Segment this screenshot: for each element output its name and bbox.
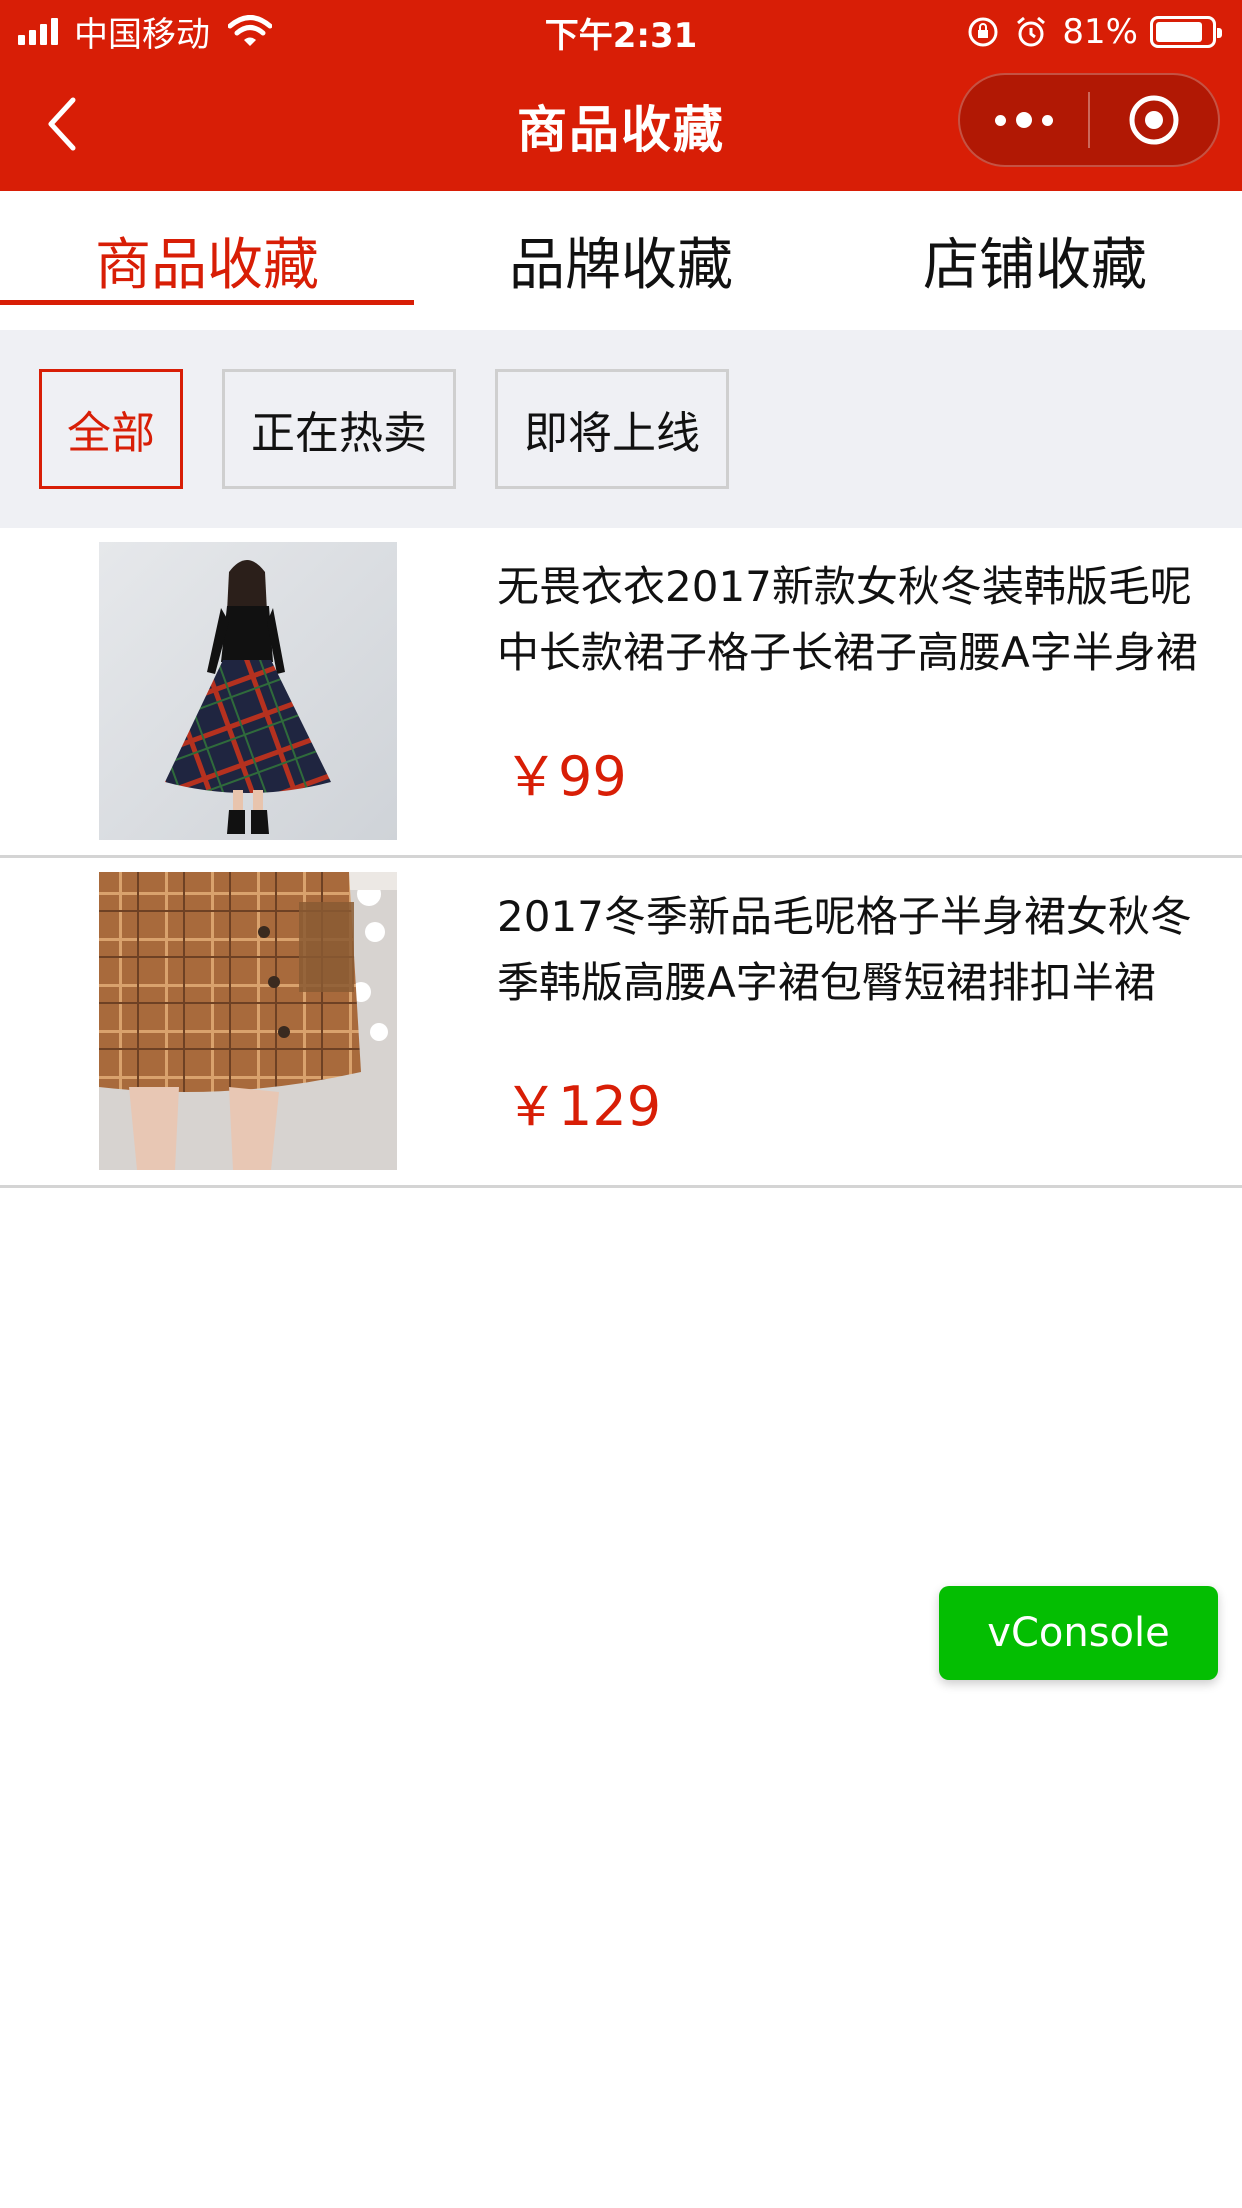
more-button[interactable]	[960, 75, 1088, 165]
product-price: ￥99	[504, 745, 627, 808]
rotation-lock-icon	[968, 17, 998, 47]
filter-label: 即将上线	[524, 408, 700, 459]
menu-capsule	[958, 73, 1220, 167]
filter-label: 正在热卖	[251, 408, 427, 459]
product-title[interactable]: 2017冬季新品毛呢格子半身裙女秋冬季韩版高腰A字裙包臀短裙排扣半裙	[497, 884, 1227, 1016]
battery-percent: 81%	[1062, 12, 1138, 52]
more-dots-icon	[990, 112, 1058, 128]
alarm-icon	[1017, 16, 1046, 47]
tab-label: 品牌收藏	[509, 233, 733, 298]
close-button[interactable]	[1090, 75, 1218, 165]
product-item[interactable]: 无畏衣衣2017新款女秋冬装韩版毛呢中长款裙子格子长裙子高腰A字半身裙 ￥99	[0, 528, 1242, 858]
filter-hot-selling-button[interactable]: 正在热卖	[222, 369, 456, 489]
filter-all-button[interactable]: 全部	[39, 369, 183, 489]
filter-bar: 全部 正在热卖 即将上线	[0, 330, 1242, 528]
product-title[interactable]: 无畏衣衣2017新款女秋冬装韩版毛呢中长款裙子格子长裙子高腰A字半身裙	[497, 554, 1227, 686]
filter-upcoming-button[interactable]: 即将上线	[495, 369, 729, 489]
vconsole-button[interactable]: vConsole	[939, 1586, 1218, 1680]
product-price: ￥129	[504, 1075, 662, 1138]
tab-label: 商品收藏	[95, 233, 319, 298]
product-item[interactable]: 2017冬季新品毛呢格子半身裙女秋冬季韩版高腰A字裙包臀短裙排扣半裙 ￥129	[0, 858, 1242, 1188]
battery-icon	[1150, 16, 1222, 48]
nav-bar: 商品收藏	[0, 62, 1242, 191]
tab-bar: 商品收藏 品牌收藏 店铺收藏	[0, 191, 1242, 330]
product-image[interactable]	[99, 872, 397, 1170]
tab-product-favorites[interactable]: 商品收藏	[0, 191, 414, 330]
active-tab-underline	[0, 300, 414, 305]
header: 中国移动 下午2:31 81% 商品收藏	[0, 0, 1242, 191]
tab-store-favorites[interactable]: 店铺收藏	[828, 191, 1242, 330]
status-bar: 中国移动 下午2:31 81%	[0, 0, 1242, 62]
tab-brand-favorites[interactable]: 品牌收藏	[414, 191, 828, 330]
tab-label: 店铺收藏	[923, 233, 1147, 298]
filter-label: 全部	[67, 408, 155, 459]
close-target-icon	[1129, 95, 1179, 145]
product-image[interactable]	[99, 542, 397, 840]
status-right: 81%	[966, 10, 1222, 54]
